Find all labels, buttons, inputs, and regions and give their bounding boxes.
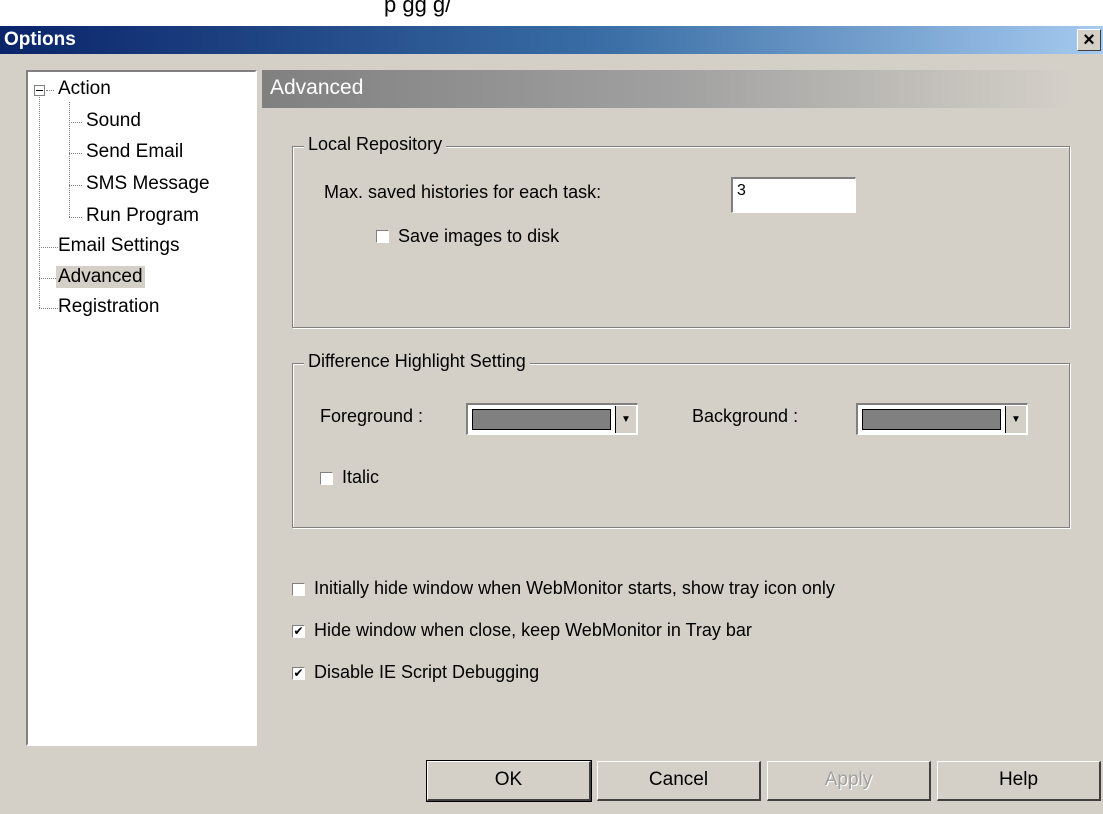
disable-ie-debugging-checkbox[interactable]: ✔ bbox=[292, 667, 305, 680]
hide-on-close-label[interactable]: Hide window when close, keep WebMonitor … bbox=[314, 620, 752, 641]
title-bar[interactable]: Options × bbox=[0, 26, 1103, 54]
help-button[interactable]: Help bbox=[937, 761, 1101, 801]
tree-item-send-email[interactable]: Send Email bbox=[86, 141, 183, 163]
foreground-swatch bbox=[472, 409, 611, 430]
tree-item-action[interactable]: Action bbox=[58, 78, 111, 100]
disable-ie-debugging-label[interactable]: Disable IE Script Debugging bbox=[314, 662, 539, 683]
tree-item-advanced[interactable]: Advanced bbox=[56, 266, 145, 288]
max-histories-label: Max. saved histories for each task: bbox=[324, 182, 602, 202]
window-title: Options bbox=[4, 29, 76, 50]
check-icon: ✔ bbox=[293, 666, 304, 680]
tree-line bbox=[39, 308, 58, 309]
panel-title: Advanced bbox=[270, 76, 364, 99]
check-icon: ✔ bbox=[293, 624, 304, 638]
max-histories-value: 3 bbox=[737, 182, 746, 199]
tree-line bbox=[39, 247, 58, 248]
tree-line bbox=[69, 185, 82, 186]
cutoff-text: p gg g/ bbox=[384, 0, 452, 17]
hide-on-start-label[interactable]: Initially hide window when WebMonitor st… bbox=[314, 578, 835, 599]
tree-item-email-settings[interactable]: Email Settings bbox=[58, 235, 179, 257]
ok-button[interactable]: OK bbox=[426, 760, 592, 802]
close-icon: × bbox=[1083, 29, 1095, 51]
tree-line bbox=[46, 90, 54, 91]
local-repository-legend: Local Repository bbox=[304, 134, 447, 155]
hide-on-start-checkbox[interactable] bbox=[292, 583, 305, 596]
foreground-color-select[interactable]: ▼ bbox=[466, 403, 638, 435]
tree-line bbox=[69, 153, 82, 154]
tree-line bbox=[69, 122, 82, 123]
save-images-label[interactable]: Save images to disk bbox=[398, 226, 559, 247]
save-images-checkbox[interactable] bbox=[376, 230, 389, 243]
italic-checkbox[interactable] bbox=[320, 472, 333, 485]
tree-line bbox=[69, 217, 82, 218]
max-histories-input[interactable]: 3 bbox=[731, 177, 856, 213]
foreground-label: Foreground : bbox=[320, 406, 424, 426]
options-tree[interactable]: Action Sound Send Email SMS Message Run … bbox=[26, 70, 257, 746]
background-swatch bbox=[862, 409, 1001, 430]
hide-on-close-checkbox[interactable]: ✔ bbox=[292, 625, 305, 638]
tree-line bbox=[69, 102, 70, 217]
apply-button[interactable]: Apply bbox=[767, 761, 931, 801]
panel-header: Advanced bbox=[262, 70, 1072, 108]
chevron-down-icon[interactable]: ▼ bbox=[1005, 406, 1026, 433]
collapse-icon[interactable] bbox=[34, 85, 45, 96]
tree-item-sound[interactable]: Sound bbox=[86, 110, 141, 132]
highlight-legend: Difference Highlight Setting bbox=[304, 351, 530, 372]
tree-item-sms-message[interactable]: SMS Message bbox=[86, 173, 210, 195]
tree-item-registration[interactable]: Registration bbox=[58, 296, 159, 318]
background-label: Background : bbox=[692, 406, 799, 426]
tree-line bbox=[39, 90, 40, 308]
cancel-button[interactable]: Cancel bbox=[597, 761, 761, 801]
tree-item-run-program[interactable]: Run Program bbox=[86, 205, 199, 227]
background-window-strip: p gg g/ bbox=[0, 0, 1103, 26]
background-color-select[interactable]: ▼ bbox=[856, 403, 1028, 435]
close-button[interactable]: × bbox=[1077, 29, 1101, 51]
highlight-group bbox=[292, 363, 1070, 528]
italic-label[interactable]: Italic bbox=[342, 467, 379, 488]
chevron-down-icon[interactable]: ▼ bbox=[615, 406, 636, 433]
